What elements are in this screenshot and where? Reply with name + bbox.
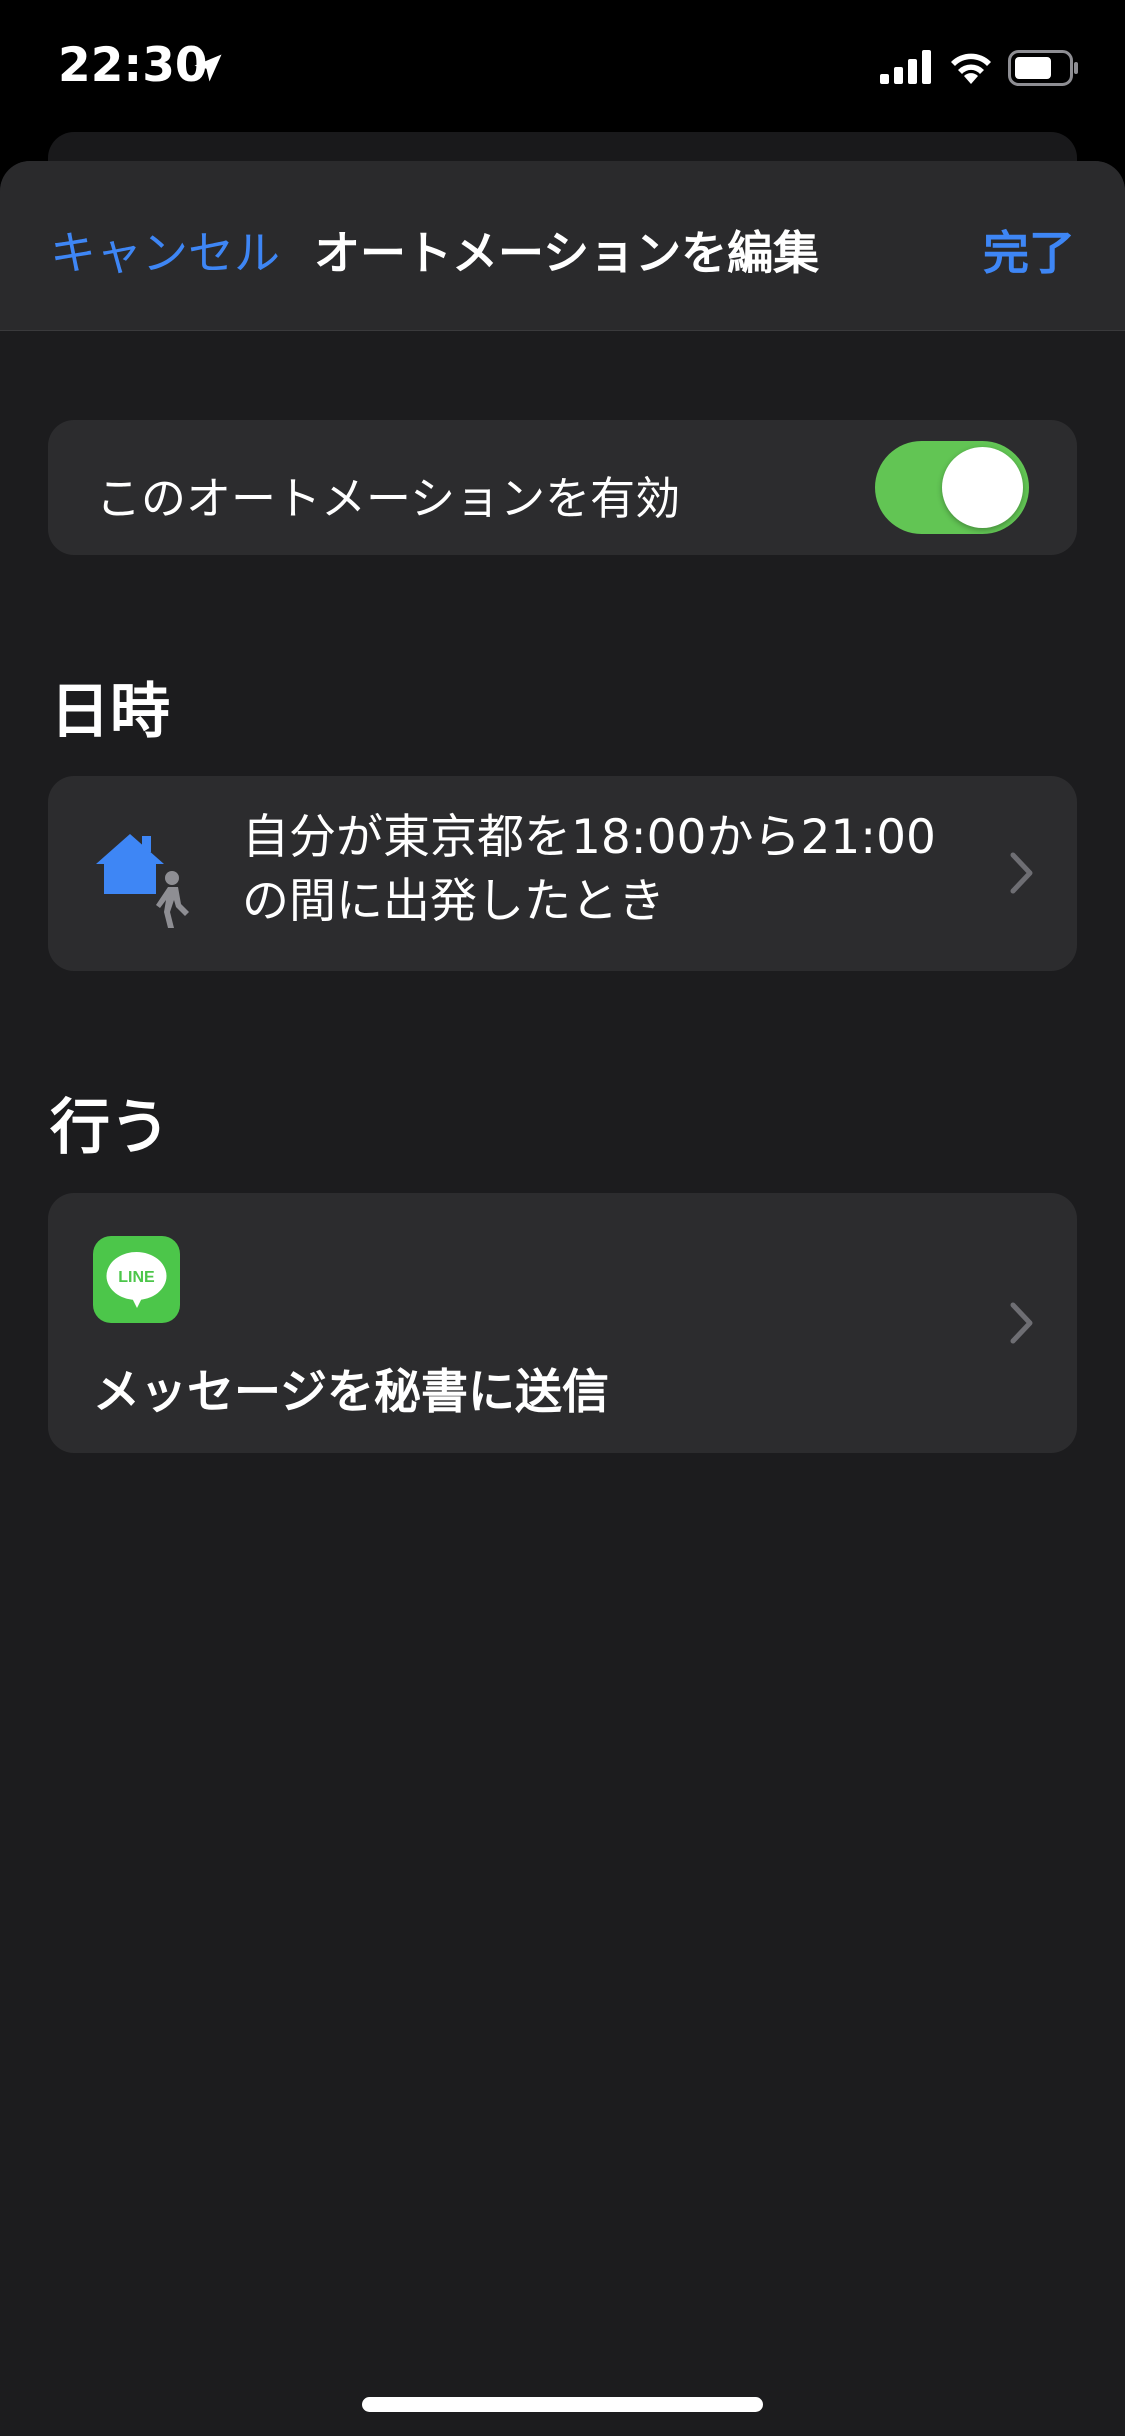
trigger-row[interactable]: 自分が東京都を18:00から21:00 の間に出発したとき	[48, 776, 1077, 971]
action-row[interactable]: LINE メッセージを秘書に送信	[48, 1193, 1077, 1453]
line-app-icon: LINE	[93, 1236, 180, 1323]
svg-text:LINE: LINE	[118, 1269, 155, 1286]
enable-automation-label: このオートメーションを有効	[96, 472, 681, 525]
trigger-description: 自分が東京都を18:00から21:00 の間に出発したとき	[242, 806, 962, 934]
trigger-text-line1: 自分が東京都を18:00から21:00	[242, 810, 936, 865]
enable-automation-row: このオートメーションを有効	[48, 420, 1077, 555]
home-leave-icon	[96, 834, 189, 928]
enable-automation-toggle[interactable]	[875, 441, 1029, 534]
done-button[interactable]: 完了	[983, 217, 1075, 283]
edit-automation-sheet: キャンセル オートメーションを編集 完了 このオートメーションを有効 日時 自分…	[0, 161, 1125, 2436]
chevron-right-icon	[1010, 852, 1033, 894]
section-header-when: 日時	[50, 677, 170, 747]
status-bar: 22:30	[0, 0, 1125, 130]
chevron-right-icon	[1010, 1302, 1033, 1344]
location-arrow-icon	[194, 54, 222, 82]
trigger-text-line2: の間に出発したとき	[242, 874, 665, 929]
battery-icon	[1008, 50, 1078, 86]
home-indicator[interactable]	[362, 2397, 763, 2412]
navigation-bar: キャンセル オートメーションを編集 完了	[0, 161, 1125, 331]
section-header-do: 行う	[50, 1093, 170, 1163]
action-label: メッセージを秘書に送信	[93, 1365, 610, 1420]
line-logo: LINE	[106, 1252, 167, 1308]
cellular-signal-icon	[880, 50, 931, 84]
cancel-button[interactable]: キャンセル	[50, 217, 280, 283]
toggle-knob	[942, 447, 1023, 528]
page-title: オートメーションを編集	[314, 226, 820, 280]
status-time: 22:30	[58, 38, 208, 93]
wifi-icon	[951, 53, 991, 84]
screen: 22:30 キャンセル オートメーションを編集 完了 このオートメーションを有効…	[0, 0, 1125, 2436]
